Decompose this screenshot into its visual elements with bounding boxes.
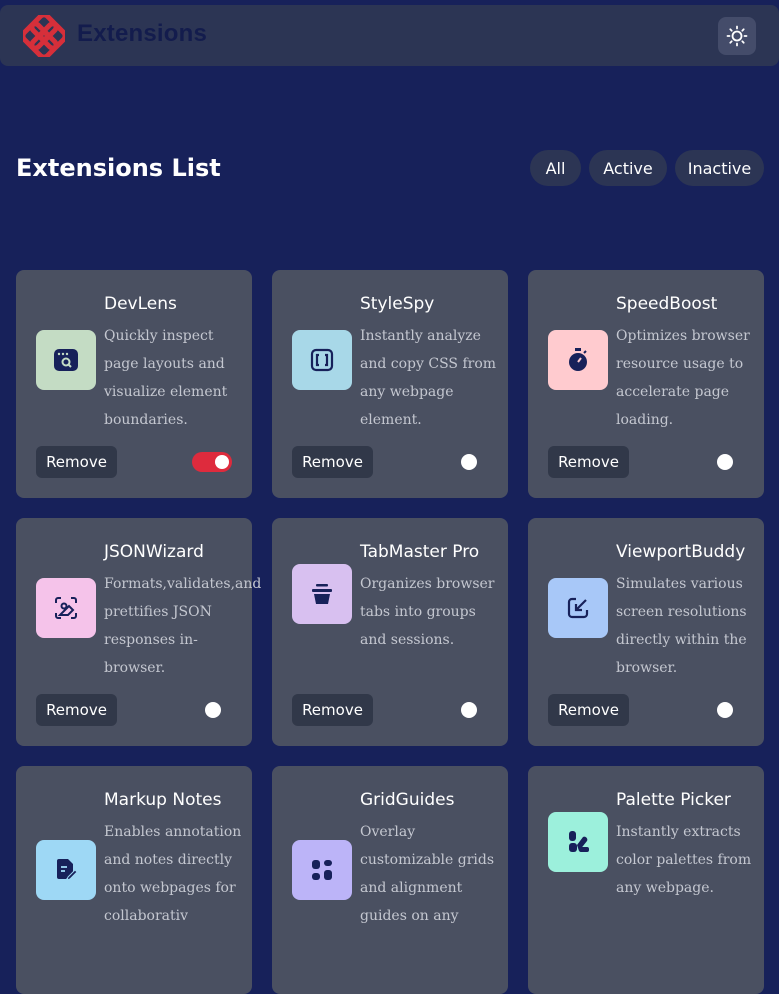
- extension-description: Enables annotation and notes directly on…: [104, 824, 242, 924]
- app-title: Extensions: [77, 20, 208, 47]
- document-pen-icon: [36, 840, 96, 900]
- extension-description: Simulates various screen resolutions dir…: [616, 576, 747, 676]
- extension-card: SpeedBoost Optimizes browser resource us…: [528, 270, 764, 498]
- toggle-knob: [717, 454, 733, 470]
- sun-icon: [726, 25, 748, 47]
- extension-card: GridGuides Overlay customizable grids an…: [272, 766, 508, 994]
- extension-description: Instantly analyze and copy CSS from any …: [360, 328, 497, 428]
- active-toggle[interactable]: [704, 700, 744, 720]
- window-search-icon: [36, 330, 96, 390]
- active-toggle[interactable]: [704, 452, 744, 472]
- extension-name: Palette Picker: [616, 790, 731, 810]
- extension-description: Organizes browser tabs into groups and s…: [360, 576, 495, 648]
- extension-description: Formats,validates,and prettifies JSON re…: [104, 576, 262, 676]
- toggle-knob: [717, 702, 733, 718]
- remove-button[interactable]: Remove: [548, 694, 629, 726]
- extension-name: SpeedBoost: [616, 294, 718, 314]
- app-header: Extensions: [0, 5, 779, 66]
- resize-arrow-icon: [548, 578, 608, 638]
- toggle-knob: [461, 702, 477, 718]
- extension-description: Optimizes browser resource usage to acce…: [616, 328, 750, 428]
- tab-stack-icon: [292, 564, 352, 624]
- extension-name: TabMaster Pro: [360, 542, 480, 562]
- active-toggle[interactable]: [448, 452, 488, 472]
- extension-name: ViewportBuddy: [616, 542, 746, 562]
- toggle-knob: [461, 454, 477, 470]
- extension-card: Palette Picker Instantly extracts color …: [528, 766, 764, 994]
- theme-toggle-button[interactable]: [718, 17, 756, 55]
- extension-description: Instantly extracts color palettes from a…: [616, 824, 752, 896]
- active-toggle[interactable]: [192, 700, 232, 720]
- filter-inactive-button[interactable]: Inactive: [675, 150, 764, 186]
- extension-card: Markup Notes Enables annotation and note…: [16, 766, 252, 994]
- list-title: Extensions List: [16, 154, 221, 182]
- active-toggle[interactable]: [448, 700, 488, 720]
- extension-name: StyleSpy: [360, 294, 435, 314]
- extension-name: DevLens: [104, 294, 177, 314]
- extension-description: Overlay customizable grids and alignment…: [360, 824, 495, 924]
- active-toggle[interactable]: [192, 452, 232, 472]
- extension-card: DevLens Quickly inspect page layouts and…: [16, 270, 252, 498]
- grid-icon: [292, 840, 352, 900]
- filter-all-button[interactable]: All: [530, 150, 581, 186]
- extension-name: GridGuides: [360, 790, 455, 810]
- filter-active-button[interactable]: Active: [589, 150, 667, 186]
- remove-button[interactable]: Remove: [36, 446, 117, 478]
- remove-button[interactable]: Remove: [548, 446, 629, 478]
- remove-button[interactable]: Remove: [292, 446, 373, 478]
- extension-name: Markup Notes: [104, 790, 222, 810]
- logo-icon: [23, 15, 65, 57]
- toggle-knob: [215, 455, 229, 469]
- stopwatch-icon: [548, 330, 608, 390]
- code-brackets-icon: [292, 330, 352, 390]
- palette-icon: [548, 812, 608, 872]
- image-edit-icon: [36, 578, 96, 638]
- extension-name: JSONWizard: [104, 542, 204, 562]
- extension-card: JSONWizard Formats,validates,and prettif…: [16, 518, 262, 746]
- extension-card: StyleSpy Instantly analyze and copy CSS …: [272, 270, 508, 498]
- extension-card: TabMaster Pro Organizes browser tabs int…: [272, 518, 508, 746]
- toggle-knob: [205, 702, 221, 718]
- extension-description: Quickly inspect page layouts and visuali…: [104, 328, 228, 428]
- remove-button[interactable]: Remove: [292, 694, 373, 726]
- extension-card: ViewportBuddy Simulates various screen r…: [528, 518, 764, 746]
- remove-button[interactable]: Remove: [36, 694, 117, 726]
